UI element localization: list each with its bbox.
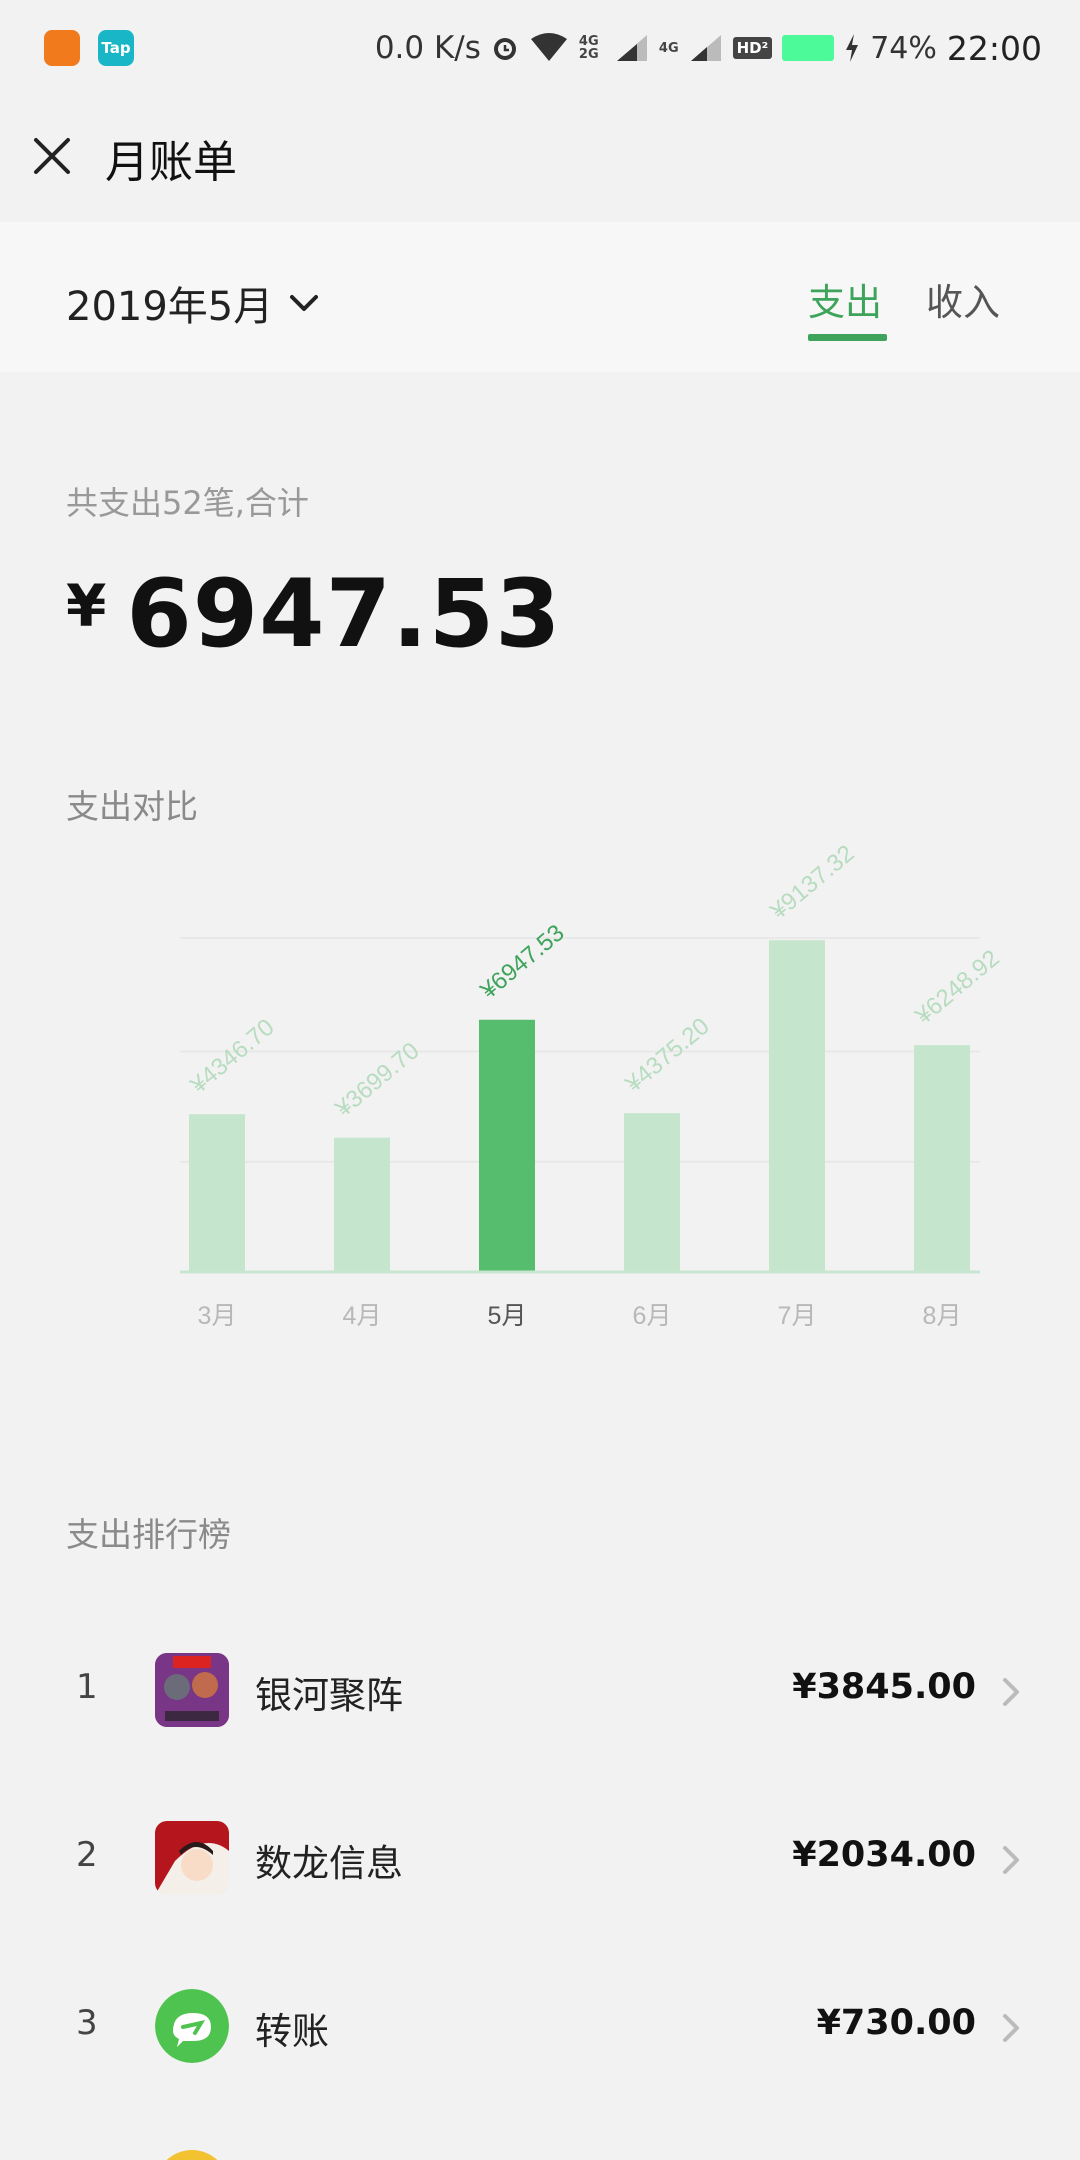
list-item[interactable]: 3 转账 ¥730.00 <box>0 1951 1080 2101</box>
signal-icon <box>689 33 723 63</box>
x-tick-label: 4月 <box>343 1302 382 1330</box>
tab-income[interactable]: 收入 <box>926 272 1000 326</box>
network-speed: 0.0 K/s <box>374 30 481 66</box>
tab-expense[interactable]: 支出 <box>808 272 882 326</box>
month-label: 2019年5月 <box>66 284 274 330</box>
clock: 22:00 <box>946 28 1042 68</box>
bar-value-label: ¥9137.32 <box>765 840 860 926</box>
compare-title: 支出对比 <box>66 787 198 826</box>
currency-symbol: ¥ <box>66 572 107 640</box>
network-type-label: 4G 2G <box>578 34 599 62</box>
bar-5月[interactable] <box>479 1019 535 1272</box>
hd-icon: HD² <box>732 37 773 59</box>
x-tick-label: 5月 <box>488 1302 527 1330</box>
month-picker[interactable]: 2019年5月 <box>66 274 319 332</box>
close-icon[interactable] <box>30 134 74 178</box>
signal-icon <box>615 33 649 63</box>
merchant-name: 转账 <box>255 2010 329 2053</box>
month-tab-bar: 2019年5月 支出 收入 <box>0 222 1080 372</box>
next-item-icon-peek <box>155 2150 229 2160</box>
bar-8月[interactable] <box>914 1045 970 1272</box>
status-bar: Tap 0.0 K/s 4G 2G 4G HD² 74% 22:00 <box>0 0 1080 96</box>
rank-number: 3 <box>76 2003 98 2043</box>
active-tab-indicator <box>808 334 887 341</box>
alarm-icon <box>491 34 519 62</box>
wechat-transfer-icon <box>155 1989 229 2063</box>
bar-7月[interactable] <box>769 940 825 1272</box>
bar-value-label: ¥4375.20 <box>620 1013 715 1099</box>
bar-value-label: ¥3699.70 <box>330 1037 425 1123</box>
bar-4月[interactable] <box>334 1137 390 1272</box>
rank-number: 2 <box>76 1835 98 1875</box>
rank-number: 1 <box>76 1667 98 1707</box>
list-item[interactable]: 2 数龙信息 ¥2034.00 <box>0 1783 1080 1933</box>
battery-percent: 74% <box>870 30 937 66</box>
bar-value-label: ¥6947.53 <box>475 919 570 1005</box>
chevron-right-icon <box>1003 1678 1019 1706</box>
merchant-amount: ¥730.00 <box>816 2003 976 2043</box>
fox-app-icon <box>44 30 80 66</box>
app-header: 月账单 <box>0 96 1080 222</box>
list-item[interactable]: 1 银河聚阵 ¥3845.00 <box>0 1615 1080 1765</box>
merchant-name: 银河聚阵 <box>255 1674 403 1717</box>
x-tick-label: 6月 <box>633 1302 672 1330</box>
merchant-amount: ¥3845.00 <box>792 1667 976 1707</box>
x-tick-label: 3月 <box>198 1302 237 1330</box>
charging-icon <box>844 33 860 63</box>
chevron-down-icon <box>290 295 319 311</box>
network-type-label-2: 4G <box>658 40 679 56</box>
chevron-right-icon <box>1003 1846 1019 1874</box>
expense-comparison-chart: ¥4346.70 3月 ¥3699.70 4月 ¥6947.53 5月 ¥4375.20 6月… <box>180 840 1005 1330</box>
taptap-app-icon: Tap <box>98 30 134 66</box>
marvel-game-icon <box>155 1653 229 1727</box>
anime-game-icon <box>155 1821 229 1895</box>
merchant-amount: ¥2034.00 <box>792 1835 976 1875</box>
bar-3月[interactable] <box>189 1114 245 1272</box>
battery-icon <box>782 35 835 61</box>
ranking-title: 支出排行榜 <box>66 1515 231 1554</box>
total-value: 6947.53 <box>126 560 562 669</box>
x-tick-label: 7月 <box>778 1302 817 1330</box>
x-tick-label: 8月 <box>923 1302 962 1330</box>
total-amount: ¥ 6947.53 <box>66 560 562 669</box>
bar-value-label: ¥6248.92 <box>910 945 1005 1031</box>
page-title: 月账单 <box>105 137 237 188</box>
wifi-icon <box>529 33 569 63</box>
bar-value-label: ¥4346.70 <box>185 1014 280 1100</box>
bar-6月[interactable] <box>624 1113 680 1272</box>
summary-caption: 共支出52笔,合计 <box>66 484 309 522</box>
chevron-right-icon <box>1003 2014 1019 2042</box>
merchant-name: 数龙信息 <box>255 1842 403 1885</box>
